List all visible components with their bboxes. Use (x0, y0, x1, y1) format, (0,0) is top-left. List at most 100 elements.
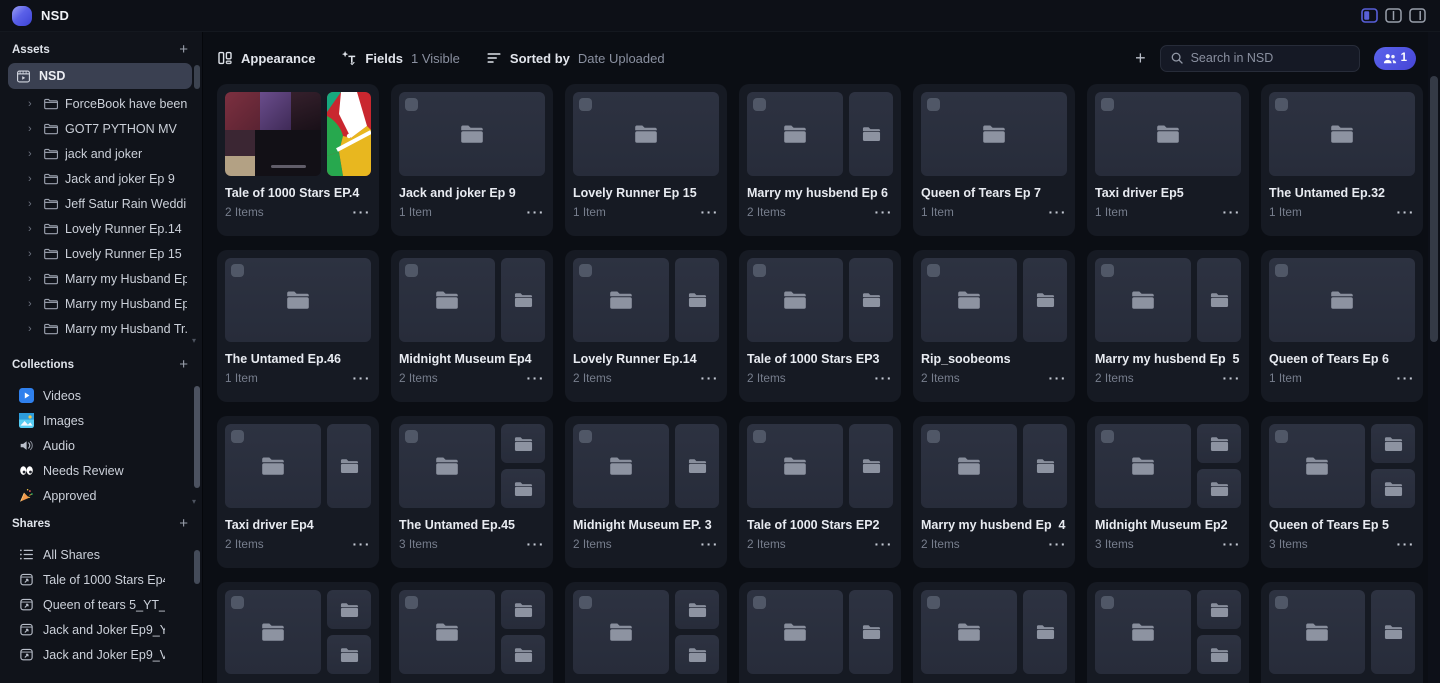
folder-tile[interactable] (921, 590, 1017, 674)
select-checkbox[interactable] (927, 596, 940, 609)
sidebar-asset-folder[interactable]: › ForceBook have been ... (6, 91, 202, 116)
card-menu-button[interactable]: ··· (1397, 205, 1416, 219)
folder-tile[interactable] (1197, 258, 1241, 342)
card-menu-button[interactable]: ··· (1049, 371, 1068, 385)
folder-tile[interactable] (1197, 469, 1241, 508)
folder-tile[interactable] (747, 92, 843, 176)
chevron-right-icon[interactable]: › (28, 123, 36, 135)
folder-tile[interactable] (1197, 424, 1241, 463)
folder-tile[interactable] (399, 92, 545, 176)
collection-item[interactable]: Images (0, 408, 202, 433)
fields-button[interactable]: Fields 1 Visible (341, 50, 460, 66)
folder-tile[interactable] (501, 469, 545, 508)
folder-tile[interactable] (921, 424, 1017, 508)
folder-tile[interactable] (849, 258, 893, 342)
card-menu-button[interactable]: ··· (527, 205, 546, 219)
sidebar-asset-folder[interactable]: › Marry my Husband Ep1 (6, 266, 202, 291)
select-checkbox[interactable] (405, 264, 418, 277)
folder-tile[interactable] (573, 258, 669, 342)
new-asset-button[interactable]: + (1135, 49, 1146, 67)
asset-card[interactable]: Marry my husbend Ep 6 2 Items ··· (739, 84, 901, 236)
folder-tile[interactable] (225, 590, 321, 674)
folder-tile[interactable] (849, 590, 893, 674)
card-menu-button[interactable]: ··· (875, 537, 894, 551)
card-menu-button[interactable]: ··· (1049, 205, 1068, 219)
asset-card[interactable]: Tale of 1000 Stars EP.4 2 Items ··· (217, 84, 379, 236)
sidebar-asset-folder[interactable]: › Marry my Husband Tr... (6, 316, 202, 341)
folder-tile[interactable] (747, 258, 843, 342)
folder-tile[interactable] (501, 635, 545, 674)
card-menu-button[interactable]: ··· (875, 205, 894, 219)
asset-card[interactable]: Rip_soobeoms 2 Items ··· (913, 250, 1075, 402)
asset-card[interactable]: Lovely Runner Ep 15 1 Item ··· (565, 84, 727, 236)
card-menu-button[interactable]: ··· (353, 537, 372, 551)
select-checkbox[interactable] (927, 98, 940, 111)
folder-tile[interactable] (327, 590, 371, 629)
sidebar-asset-folder[interactable]: ›Marry my Husband Ep (6, 341, 202, 348)
card-menu-button[interactable]: ··· (353, 205, 372, 219)
collection-item[interactable]: Audio (0, 433, 202, 458)
asset-card[interactable]: Taxi driver Ep5 1 Item ··· (1087, 84, 1249, 236)
card-menu-button[interactable]: ··· (527, 537, 546, 551)
folder-tile[interactable] (501, 590, 545, 629)
sidebar-asset-folder[interactable]: › Jeff Satur Rain Weddin... (6, 191, 202, 216)
asset-card[interactable]: Marry my husbend Ep 4 2 Items ··· (913, 416, 1075, 568)
panel-right-toggle-icon[interactable] (1409, 8, 1426, 23)
collection-item[interactable]: Needs Review (0, 458, 202, 483)
folder-tile[interactable] (1197, 635, 1241, 674)
card-menu-button[interactable]: ··· (1223, 537, 1242, 551)
asset-card[interactable]: Queen of Tears Ep 6 1 Item ··· (1261, 250, 1423, 402)
select-checkbox[interactable] (753, 430, 766, 443)
scroll-down-icon[interactable]: ▾ (192, 337, 196, 345)
scroll-down-icon[interactable]: ▾ (192, 498, 196, 506)
folder-tile[interactable] (1023, 424, 1067, 508)
chevron-right-icon[interactable]: › (28, 248, 36, 260)
share-item[interactable]: Jack and Joker Ep9_YT_V2 (0, 617, 202, 642)
asset-card[interactable]: ··· (391, 582, 553, 683)
folder-tile[interactable] (1269, 258, 1415, 342)
folder-tile[interactable] (225, 258, 371, 342)
select-checkbox[interactable] (405, 430, 418, 443)
select-checkbox[interactable] (1275, 430, 1288, 443)
collection-item[interactable]: Videos (0, 383, 202, 408)
folder-tile[interactable] (573, 590, 669, 674)
folder-tile[interactable] (849, 92, 893, 176)
asset-card[interactable]: Tale of 1000 Stars EP2 2 Items ··· (739, 416, 901, 568)
asset-card[interactable]: Marry my husbend Ep 5 2 Items ··· (1087, 250, 1249, 402)
share-item[interactable]: Queen of tears 5_YT_V1 (0, 592, 202, 617)
folder-tile[interactable] (1269, 92, 1415, 176)
members-button[interactable]: 1 (1373, 46, 1416, 70)
card-menu-button[interactable]: ··· (701, 205, 720, 219)
app-logo[interactable] (12, 5, 32, 26)
main-scrollbar[interactable] (1428, 32, 1440, 683)
main-scrollbar-thumb[interactable] (1430, 76, 1438, 342)
collections-scrollbar[interactable] (194, 386, 200, 488)
select-checkbox[interactable] (579, 98, 592, 111)
folder-tile[interactable] (849, 424, 893, 508)
folder-tile[interactable] (1023, 258, 1067, 342)
select-checkbox[interactable] (405, 596, 418, 609)
panel-middle-toggle-icon[interactable] (1385, 8, 1402, 23)
shares-scrollbar[interactable] (194, 550, 200, 584)
folder-tile[interactable] (921, 258, 1017, 342)
assets-add-button[interactable]: + (179, 42, 188, 57)
select-checkbox[interactable] (1275, 98, 1288, 111)
chevron-right-icon[interactable]: › (28, 298, 36, 310)
select-checkbox[interactable] (579, 264, 592, 277)
select-checkbox[interactable] (753, 596, 766, 609)
folder-tile[interactable] (747, 590, 843, 674)
folder-tile[interactable] (573, 424, 669, 508)
collections-add-button[interactable]: + (179, 357, 188, 372)
asset-card[interactable]: ··· (1261, 582, 1423, 683)
sidebar-asset-folder[interactable]: › Marry my Husband Ep2 (6, 291, 202, 316)
select-checkbox[interactable] (1101, 430, 1114, 443)
sidebar-asset-folder[interactable]: › GOT7 PYTHON MV (6, 116, 202, 141)
chevron-right-icon[interactable]: › (28, 198, 36, 210)
card-menu-button[interactable]: ··· (875, 371, 894, 385)
card-menu-button[interactable]: ··· (527, 371, 546, 385)
asset-card[interactable]: Midnight Museum Ep4 2 Items ··· (391, 250, 553, 402)
appearance-button[interactable]: Appearance (217, 50, 315, 66)
sidebar-asset-folder[interactable]: › jack and joker (6, 141, 202, 166)
asset-card[interactable]: Taxi driver Ep4 2 Items ··· (217, 416, 379, 568)
select-checkbox[interactable] (579, 596, 592, 609)
